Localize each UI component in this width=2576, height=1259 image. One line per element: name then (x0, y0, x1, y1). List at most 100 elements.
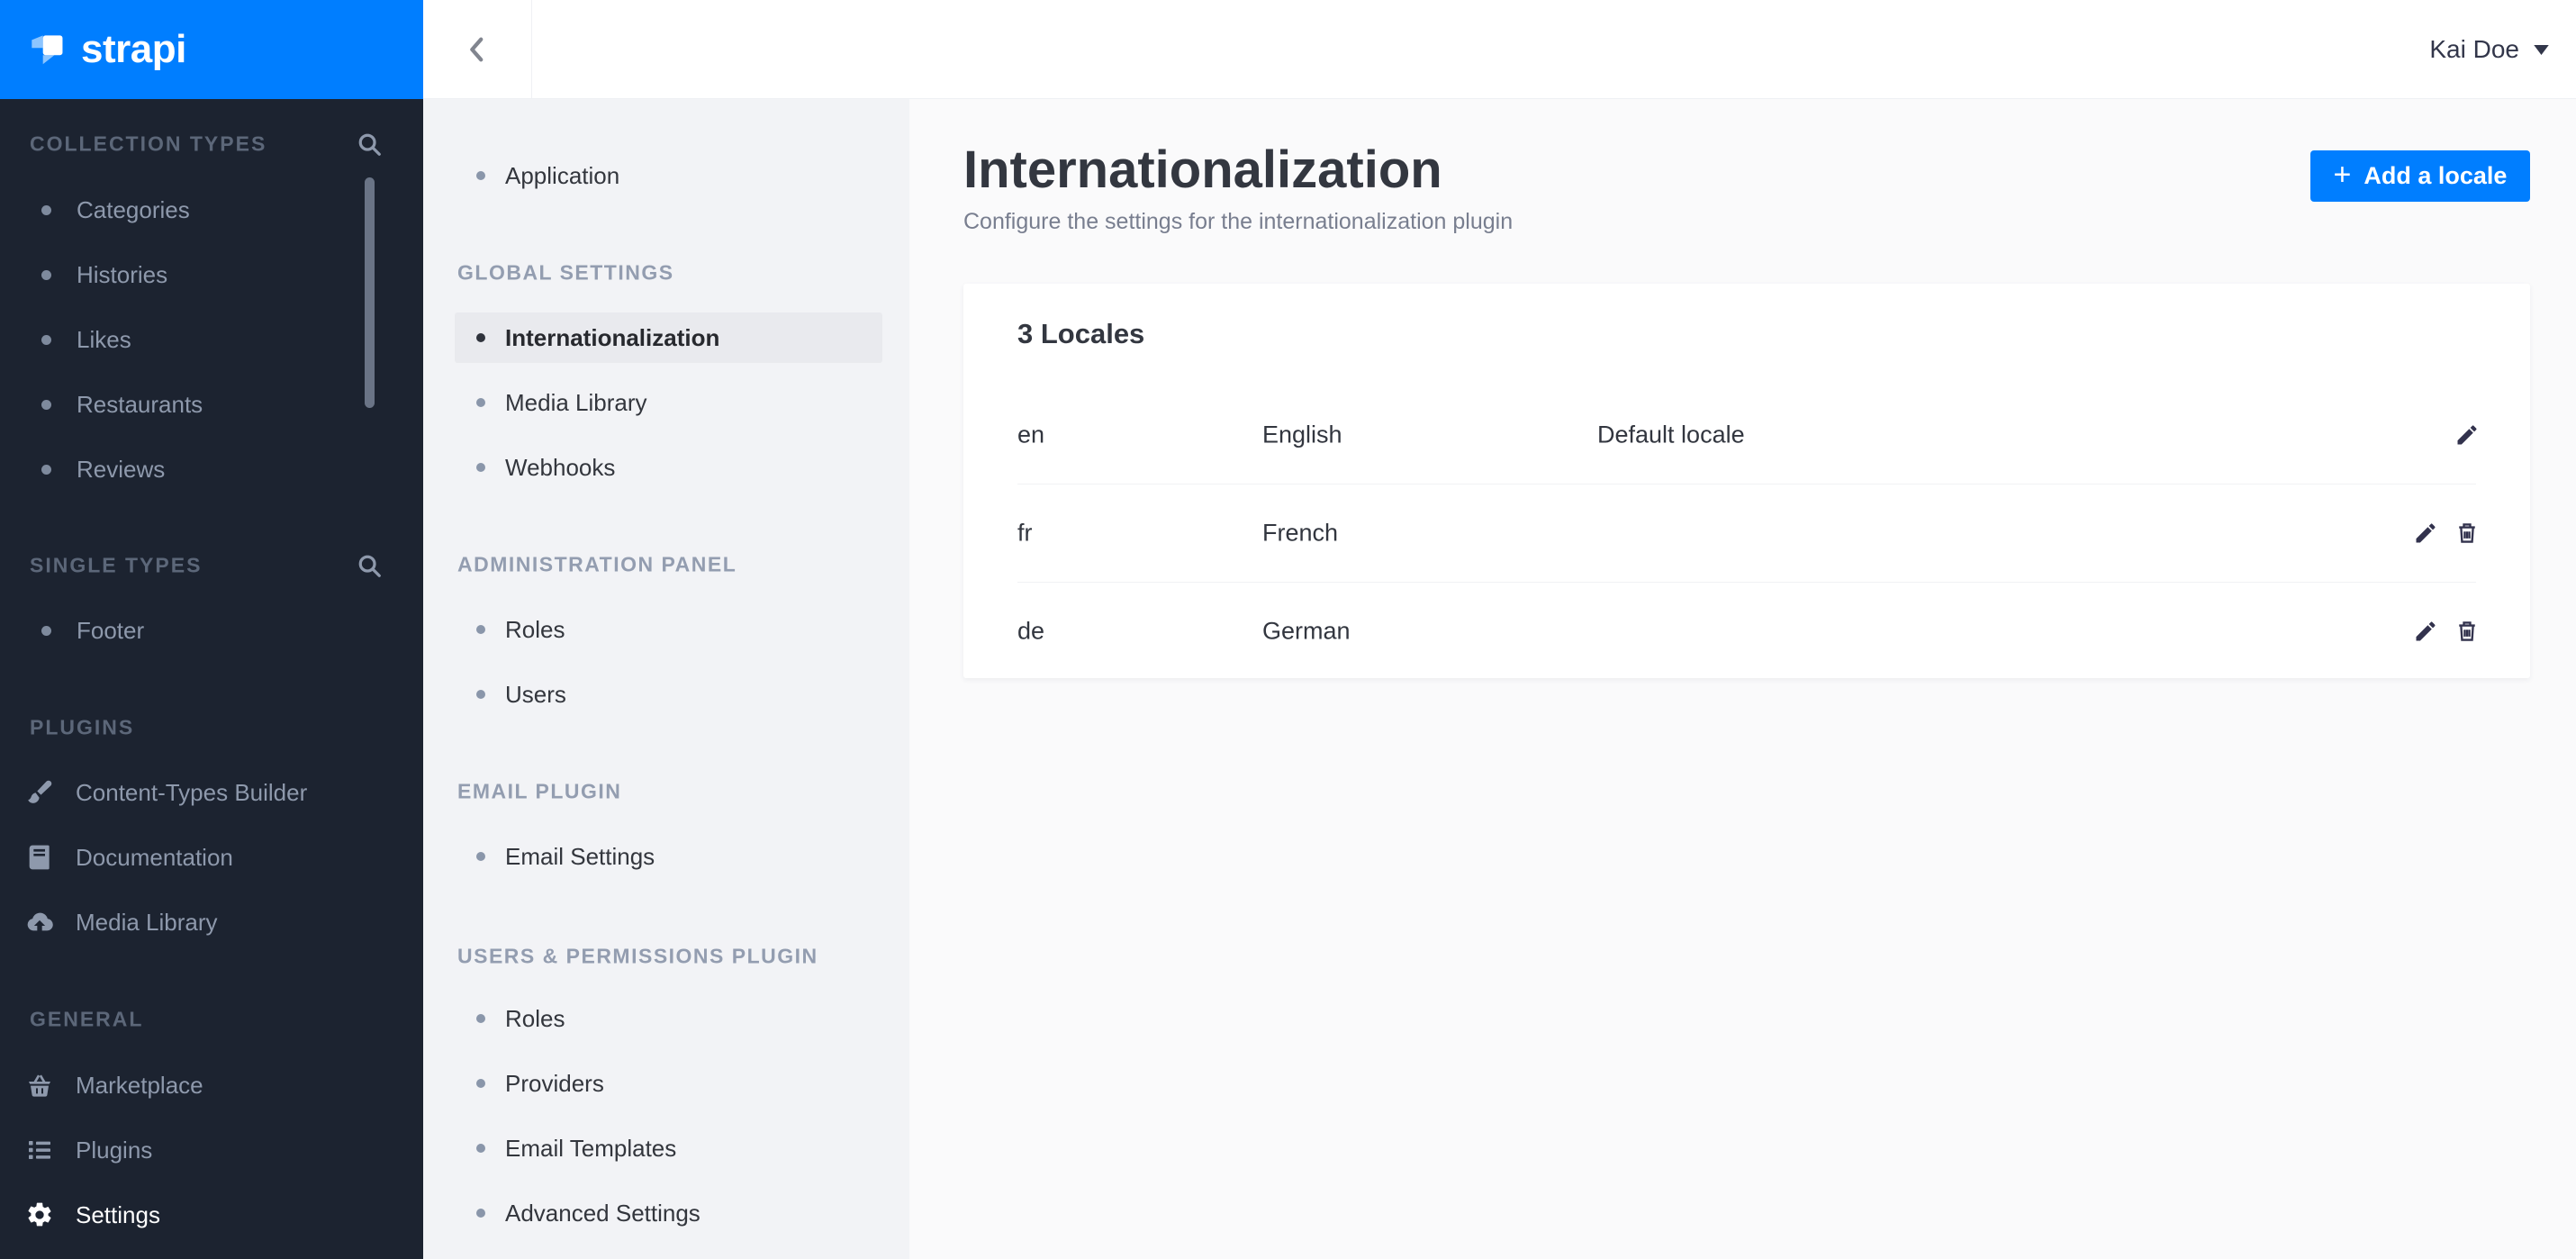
settings-item-users[interactable]: Users (455, 669, 882, 720)
sidebar-item-label: Reviews (77, 455, 166, 483)
delete-locale-button[interactable] (2454, 521, 2480, 546)
bullet-icon (41, 464, 51, 475)
locale-name: German (1262, 617, 1351, 645)
strapi-admin: strapi COLLECTION TYPES Categories Histo… (0, 0, 2576, 1259)
add-locale-label: Add a locale (2364, 162, 2508, 189)
main-sidebar: strapi COLLECTION TYPES Categories Histo… (0, 0, 423, 1259)
settings-item-advanced-settings[interactable]: Advanced Settings (455, 1188, 882, 1238)
sidebar-item-histories[interactable]: Histories (18, 246, 405, 303)
settings-item-roles-up[interactable]: Roles (455, 993, 882, 1044)
settings-item-label: Application (505, 161, 620, 189)
settings-item-application[interactable]: Application (455, 150, 882, 201)
settings-item-roles-admin[interactable]: Roles (455, 604, 882, 655)
locale-code: de (1017, 617, 1045, 645)
bullet-icon (41, 625, 51, 636)
pencil-icon (2416, 621, 2436, 641)
section-plugins: PLUGINS (30, 715, 135, 739)
sidebar-item-media-library[interactable]: Media Library (18, 893, 405, 951)
settings-item-label: Media Library (505, 388, 647, 416)
page-title: Internationalization (963, 140, 1442, 199)
sidebar-item-categories[interactable]: Categories (18, 181, 405, 239)
sidebar-item-label: Likes (77, 325, 131, 353)
bullet-icon (476, 398, 485, 407)
bullet-icon (476, 463, 485, 472)
settings-item-label: Roles (505, 615, 565, 643)
bullet-icon (476, 1079, 485, 1088)
settings-item-label: Roles (505, 1004, 565, 1032)
settings-item-label: Providers (505, 1069, 604, 1097)
user-menu[interactable]: Kai Doe (2429, 0, 2549, 99)
sidebar-item-likes[interactable]: Likes (18, 311, 405, 368)
settings-item-label: Advanced Settings (505, 1199, 700, 1227)
bullet-icon (476, 625, 485, 634)
sidebar-item-label: Plugins (76, 1136, 153, 1164)
settings-item-email-settings[interactable]: Email Settings (455, 831, 882, 882)
bullet-icon (476, 171, 485, 180)
sidebar-item-label: Restaurants (77, 390, 203, 418)
locale-name: English (1262, 421, 1342, 448)
search-icon[interactable] (356, 131, 383, 158)
book-icon (29, 845, 50, 870)
settings-section-users-permissions-plugin: USERS & PERMISSIONS PLUGIN (457, 944, 818, 968)
caret-down-icon (2534, 44, 2549, 55)
locale-code: fr (1017, 519, 1033, 547)
section-general: GENERAL (30, 1007, 144, 1031)
sidebar-item-label: Footer (77, 616, 145, 644)
section-single-types: SINGLE TYPES (30, 553, 203, 577)
bullet-icon (41, 269, 51, 280)
strapi-logo[interactable]: strapi (0, 0, 423, 99)
trash-icon (2459, 523, 2475, 543)
settings-item-label: Webhooks (505, 453, 616, 481)
plus-icon: + (2333, 158, 2352, 192)
bullet-icon (476, 1144, 485, 1153)
logo-text: strapi (81, 27, 186, 71)
trash-icon (2459, 621, 2475, 641)
user-name: Kai Doe (2429, 35, 2519, 63)
sidebar-item-label: Settings (76, 1200, 160, 1228)
sidebar-item-settings[interactable]: Settings (18, 1186, 405, 1244)
chevron-left-icon (470, 37, 484, 61)
list-icon (29, 1141, 50, 1159)
locale-name: French (1262, 519, 1339, 547)
add-locale-button[interactable]: + Add a locale (2310, 150, 2530, 202)
edit-locale-button[interactable] (2413, 521, 2438, 546)
sidebar-item-marketplace[interactable]: Marketplace (18, 1056, 405, 1114)
bullet-icon (476, 1014, 485, 1023)
sidebar-item-restaurants[interactable]: Restaurants (18, 376, 405, 433)
settings-item-label: Email Settings (505, 842, 655, 870)
strapi-mark-icon (32, 35, 63, 65)
edit-locale-button[interactable] (2413, 619, 2438, 644)
basket-icon (29, 1074, 50, 1097)
back-button[interactable] (423, 0, 532, 99)
settings-item-internationalization[interactable]: Internationalization (455, 312, 882, 363)
row-actions (2454, 422, 2480, 448)
pencil-icon (2416, 523, 2436, 543)
settings-item-media-library[interactable]: Media Library (455, 377, 882, 428)
edit-locale-button[interactable] (2454, 422, 2480, 448)
gear-icon (28, 1202, 51, 1227)
sidebar-item-footer[interactable]: Footer (18, 602, 405, 659)
settings-item-webhooks[interactable]: Webhooks (455, 442, 882, 493)
search-icon[interactable] (356, 552, 383, 579)
sidebar-item-label: Marketplace (76, 1071, 203, 1099)
sidebar-item-reviews[interactable]: Reviews (18, 440, 405, 498)
sidebar-item-plugins[interactable]: Plugins (18, 1121, 405, 1179)
locale-code: en (1017, 421, 1045, 448)
settings-item-label: Users (505, 680, 566, 708)
locale-row-en: en English Default locale (963, 386, 2530, 484)
bullet-icon (41, 399, 51, 410)
sidebar-item-content-types-builder[interactable]: Content-Types Builder (18, 764, 405, 821)
row-actions (2413, 521, 2480, 546)
settings-item-providers[interactable]: Providers (455, 1058, 882, 1109)
settings-section-email-plugin: EMAIL PLUGIN (457, 779, 622, 803)
settings-item-email-templates[interactable]: Email Templates (455, 1123, 882, 1173)
delete-locale-button[interactable] (2454, 619, 2480, 644)
sidebar-item-label: Categories (77, 195, 190, 223)
bullet-icon (41, 204, 51, 215)
page-subtitle: Configure the settings for the internati… (963, 209, 1514, 234)
sidebar-item-label: Documentation (76, 843, 233, 871)
settings-section-global-settings: GLOBAL SETTINGS (457, 260, 674, 285)
sidebar-item-documentation[interactable]: Documentation (18, 829, 405, 886)
pencil-icon (2457, 425, 2477, 445)
bullet-icon (476, 1209, 485, 1218)
